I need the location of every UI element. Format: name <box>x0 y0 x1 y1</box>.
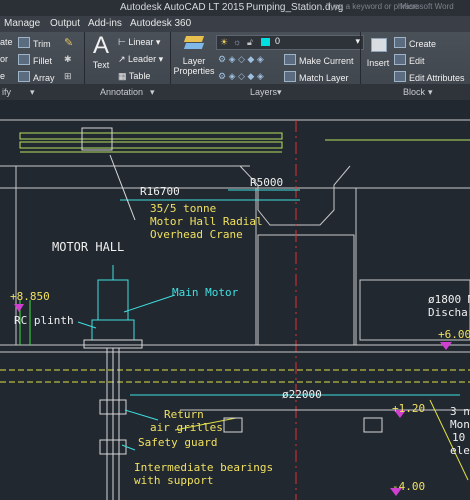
layer-tools-icons-2[interactable]: ⚙ ◈ ◇ ◆ ◈ <box>218 71 264 82</box>
match-layer-button[interactable]: Match Layer <box>284 71 349 83</box>
insert-block-icon <box>364 32 392 58</box>
right-note-line3: 10 <box>452 431 465 444</box>
layer-properties-button[interactable]: Layer Properties <box>173 32 215 76</box>
level-minus-400: -4.00 <box>392 480 425 493</box>
chevron-down-icon[interactable]: ▾ <box>30 87 35 98</box>
title-bar: Autodesk AutoCAD LT 2015 Pumping_Station… <box>0 0 470 16</box>
crane-label-line1: 35/5 tonne <box>150 202 216 215</box>
crane-label-line2: Motor Hall Radial <box>150 215 263 228</box>
app-title: Autodesk AutoCAD LT 2015 <box>120 2 245 13</box>
panel-layers-label[interactable]: Layers <box>250 87 277 97</box>
drawing-canvas[interactable]: R16700 R5000 35/5 tonne Motor Hall Radia… <box>0 100 470 500</box>
linear-dimension-button[interactable]: ⊢ Linear ▾ <box>118 37 160 48</box>
right-note-line2: Mon <box>450 418 470 431</box>
dimension-22000: ø22000 <box>282 388 322 401</box>
panel-modify-label[interactable]: ify <box>2 87 11 97</box>
tab-manage[interactable]: Manage <box>4 18 40 29</box>
tab-add-ins[interactable]: Add-ins <box>88 18 122 29</box>
mirror-tool-fragment[interactable]: or <box>0 54 8 64</box>
dimension-r16700: R16700 <box>140 185 180 198</box>
create-tool-fragment[interactable]: ate <box>0 37 13 47</box>
table-icon: ▦ <box>118 71 129 81</box>
ribbon-panel-labels: ify ▾ Annotation ▾ Layers ▾ Block ▾ <box>0 84 470 100</box>
edit-attributes-button[interactable]: Edit Attributes <box>394 71 465 83</box>
chevron-down-icon[interactable]: ▾ <box>277 87 282 98</box>
text-button[interactable]: A Text <box>88 32 114 70</box>
layer-stack-icon <box>173 32 215 56</box>
move-icon[interactable]: ⊞ <box>64 71 72 82</box>
fillet-button[interactable]: Fillet <box>18 54 52 66</box>
explode-icon[interactable]: ✱ <box>64 54 72 65</box>
leader-button[interactable]: ↗ Leader ▾ <box>118 54 163 65</box>
array-icon <box>18 71 30 82</box>
intermediate-bearings-line1: Intermediate bearings <box>134 461 273 474</box>
panel-block-label[interactable]: Block <box>403 87 425 97</box>
edit-attributes-icon <box>394 71 406 82</box>
discharge-diameter-line1: ø1800 M <box>428 293 470 306</box>
create-block-button[interactable]: Create <box>394 37 436 49</box>
trim-icon <box>18 37 30 48</box>
edit-block-icon <box>394 54 406 65</box>
level-120: +1.20 <box>392 402 425 415</box>
return-grilles-line1: Return <box>164 408 204 421</box>
match-layer-icon <box>284 71 296 82</box>
right-note-line4: elec <box>450 444 470 457</box>
text-a-icon: A <box>92 32 109 59</box>
current-layer-name: 0 <box>275 36 281 46</box>
array-button[interactable]: Array <box>18 71 55 83</box>
pencil-icon[interactable]: ✎ <box>64 36 73 49</box>
layer-color-swatch <box>261 38 270 46</box>
lightbulb-icon: ☀ <box>220 37 229 47</box>
trim-button[interactable]: Trim <box>18 37 51 49</box>
level-600: +6.00 <box>438 328 470 341</box>
dimension-icon: ⊢ <box>118 37 129 47</box>
level-8850: +8.850 <box>10 290 50 303</box>
motor-hall-label: MOTOR HALL <box>52 240 124 254</box>
tab-autodesk-360[interactable]: Autodesk 360 <box>130 18 191 29</box>
chevron-down-icon[interactable]: ▾ <box>428 87 433 98</box>
right-note-line1: 3 n <box>450 405 470 418</box>
make-current-button[interactable]: Make Current <box>284 54 354 66</box>
insert-button[interactable]: Insert <box>364 32 392 68</box>
dimension-r5000: R5000 <box>250 176 283 189</box>
panel-annotation-label[interactable]: Annotation <box>100 87 143 97</box>
intermediate-bearings-line2: with support <box>134 474 213 487</box>
rc-plinth-label: RC plinth <box>14 314 74 327</box>
scale-tool-fragment[interactable]: e <box>0 71 5 81</box>
discharge-diameter-line2: Discharg <box>428 306 470 319</box>
layer-dropdown[interactable]: ☀ ☼ 🔓︎ 0 ▾ <box>216 35 364 50</box>
create-block-icon <box>394 37 406 48</box>
safety-guard-label: Safety guard <box>138 436 217 449</box>
edit-block-button[interactable]: Edit <box>394 54 425 66</box>
ribbon-tabs: Manage Output Add-ins Autodesk 360 <box>0 16 470 32</box>
main-motor-label: Main Motor <box>172 286 239 299</box>
sun-icon: ☼ <box>233 37 242 47</box>
signin-hint: Microsoft Word <box>400 2 454 11</box>
return-grilles-line2: air grilles <box>150 421 223 434</box>
layer-tools-icons[interactable]: ⚙ ◈ ◇ ◆ ◈ <box>218 54 264 65</box>
chevron-down-icon[interactable]: ▾ <box>150 87 155 98</box>
make-current-icon <box>284 54 296 65</box>
leader-icon: ↗ <box>118 54 129 64</box>
table-button[interactable]: ▦ Table <box>118 71 150 82</box>
tab-output[interactable]: Output <box>50 18 80 29</box>
fillet-icon <box>18 54 30 65</box>
lock-icon: 🔓︎ <box>247 37 253 47</box>
crane-label-line3: Overhead Crane <box>150 228 243 241</box>
